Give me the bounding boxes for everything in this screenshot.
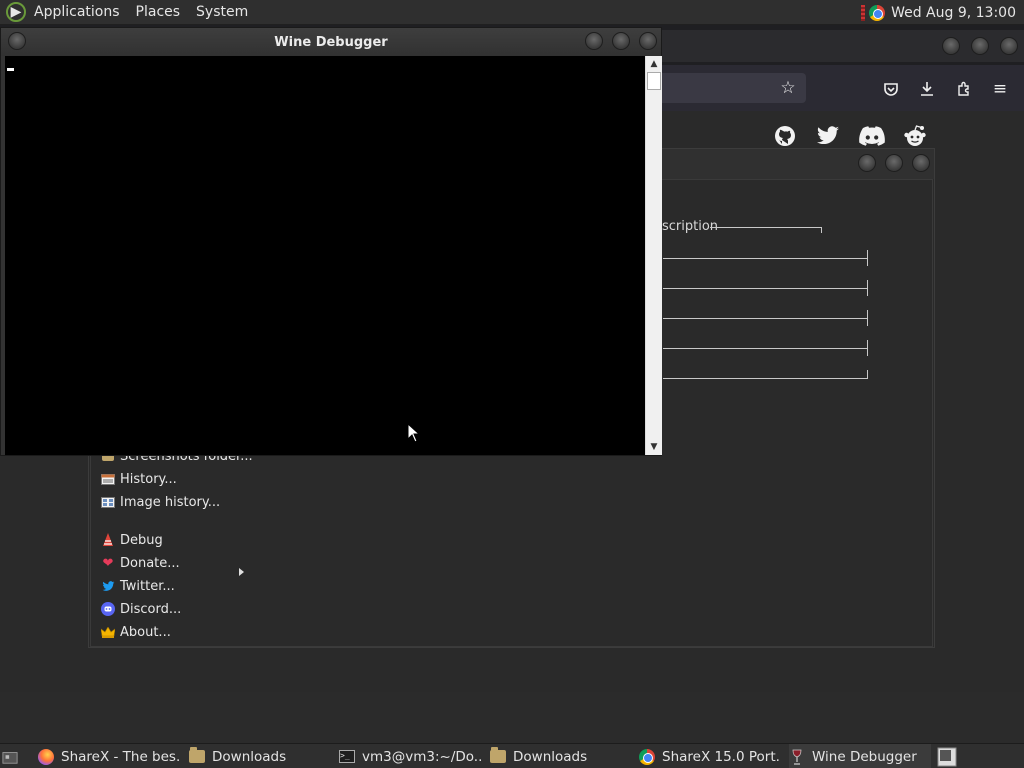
row-tick <box>867 370 868 379</box>
workspace-icon <box>937 747 957 766</box>
close-button[interactable] <box>639 32 657 50</box>
firefox-icon <box>38 748 54 765</box>
pocket-icon[interactable] <box>879 77 903 101</box>
menu-item-donate[interactable]: ❤ Donate... <box>101 552 180 574</box>
close-button[interactable] <box>912 154 930 172</box>
header-line <box>710 227 822 228</box>
history-icon <box>101 472 115 486</box>
scroll-down-icon[interactable]: ▼ <box>646 439 662 455</box>
text-cursor <box>7 68 14 71</box>
task-sharex-firefox[interactable]: ShareX - The bes... <box>38 744 180 768</box>
window-menu-button[interactable] <box>8 32 26 50</box>
taskbar: ShareX - The bes... Downloads >_ vm3@vm3… <box>0 743 1024 768</box>
task-downloads-2[interactable]: Downloads <box>490 744 630 768</box>
folder-icon <box>189 747 205 765</box>
submenu-arrow-icon <box>239 568 244 576</box>
task-sharex-chrome[interactable]: ShareX 15.0 Port... <box>639 744 781 768</box>
row-line <box>663 288 868 289</box>
row-line <box>663 378 868 379</box>
scroll-thumb[interactable] <box>647 72 661 90</box>
wine-debugger-titlebar[interactable]: Wine Debugger <box>1 28 661 56</box>
menu-item-about[interactable]: About... <box>101 621 171 643</box>
window-title: Wine Debugger <box>274 34 388 50</box>
minimize-button[interactable] <box>942 37 960 55</box>
downloads-icon[interactable] <box>915 77 939 101</box>
discord-icon <box>101 602 115 616</box>
wine-debugger-window: Wine Debugger ▲ ▼ <box>0 27 662 456</box>
row-tick <box>867 280 868 296</box>
row-tick <box>867 340 868 356</box>
firefox-titlebar[interactable] <box>660 30 1024 62</box>
panel-tray: Wed Aug 9, 13:00 <box>861 0 1016 25</box>
maximize-button[interactable] <box>971 37 989 55</box>
menu-item-history[interactable]: History... <box>101 468 177 490</box>
top-panel: ▶ Applications Places System Wed Aug 9, … <box>0 0 1024 25</box>
header-tick <box>821 227 822 233</box>
tray-indicator-icon[interactable] <box>861 4 866 21</box>
bookmark-star-icon[interactable]: ☆ <box>776 76 800 100</box>
show-desktop-button[interactable] <box>2 744 22 768</box>
close-button[interactable] <box>1000 37 1018 55</box>
twitter-icon <box>101 579 115 593</box>
debugger-console[interactable] <box>5 56 645 455</box>
task-wine-debugger[interactable]: Wine Debugger <box>789 744 931 768</box>
reddit-icon[interactable] <box>901 122 929 150</box>
applications-menu[interactable]: Applications <box>26 4 128 20</box>
heart-icon: ❤ <box>102 555 114 571</box>
wine-icon <box>789 749 805 765</box>
mint-logo-icon[interactable]: ▶ <box>6 2 26 22</box>
minimize-button[interactable] <box>858 154 876 172</box>
twitter-icon[interactable] <box>814 122 842 150</box>
debug-icon <box>101 533 115 547</box>
row-tick <box>867 250 868 266</box>
places-menu[interactable]: Places <box>128 4 189 20</box>
desktop-icon <box>2 749 18 765</box>
url-bar[interactable]: ☆ <box>660 73 806 103</box>
menu-item-debug[interactable]: Debug <box>101 529 163 551</box>
panel-menus: ▶ Applications Places System <box>0 0 256 25</box>
clock[interactable]: Wed Aug 9, 13:00 <box>891 5 1016 21</box>
hamburger-menu-icon[interactable]: ≡ <box>988 77 1012 101</box>
row-line <box>663 258 868 259</box>
folder-icon <box>490 747 506 765</box>
scroll-up-icon[interactable]: ▲ <box>646 56 662 72</box>
row-tick <box>867 310 868 326</box>
menu-item-discord[interactable]: Discord... <box>101 598 181 620</box>
discord-icon[interactable] <box>858 122 886 150</box>
chrome-tray-icon[interactable] <box>869 4 886 21</box>
chrome-icon <box>639 748 655 765</box>
maximize-button[interactable] <box>885 154 903 172</box>
vertical-scrollbar[interactable]: ▲ ▼ <box>645 56 662 455</box>
workspace-switcher[interactable] <box>937 744 959 768</box>
task-downloads-1[interactable]: Downloads <box>189 744 329 768</box>
maximize-button[interactable] <box>612 32 630 50</box>
row-line <box>663 348 868 349</box>
task-terminal[interactable]: >_ vm3@vm3:~/Do... <box>339 744 481 768</box>
menu-item-image-history[interactable]: Image history... <box>101 491 220 513</box>
github-icon[interactable] <box>771 122 799 150</box>
terminal-icon: >_ <box>339 749 355 765</box>
menu-item-twitter[interactable]: Twitter... <box>101 575 175 597</box>
image-history-icon <box>101 495 115 509</box>
minimize-button[interactable] <box>585 32 603 50</box>
mouse-pointer-icon <box>407 423 419 443</box>
system-menu[interactable]: System <box>188 4 256 20</box>
extensions-icon[interactable] <box>952 77 976 101</box>
crown-icon <box>101 625 115 639</box>
row-line <box>663 318 868 319</box>
